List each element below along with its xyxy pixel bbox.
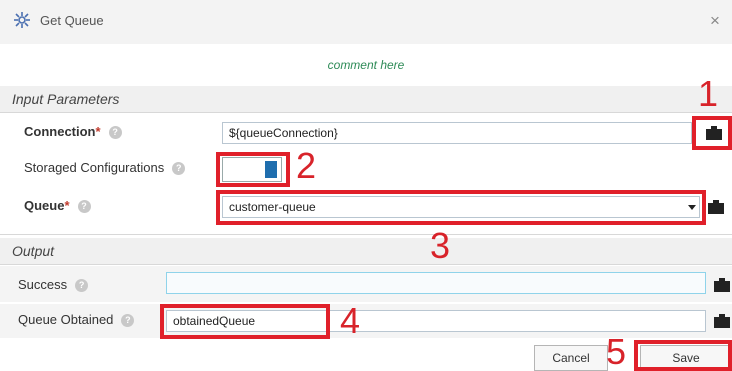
success-label-text: Success: [18, 277, 68, 292]
title-bar: Get Queue ×: [0, 0, 732, 44]
help-icon[interactable]: ?: [75, 279, 89, 293]
annotation-box-2: [216, 152, 290, 187]
section-divider: [0, 112, 732, 113]
window-title: Get Queue: [40, 13, 104, 28]
connection-field[interactable]: ${queueConnection}: [222, 122, 692, 144]
annotation-box-3: [216, 190, 706, 225]
cancel-button[interactable]: Cancel: [534, 345, 608, 371]
gear-cluster-icon: [14, 12, 30, 28]
required-mark: *: [95, 124, 101, 139]
section-divider: [0, 234, 732, 235]
success-picker-icon[interactable]: [714, 278, 730, 292]
queue-label: Queue*?: [24, 198, 91, 214]
annotation-box-4: [160, 304, 330, 339]
queue-picker-icon[interactable]: [708, 200, 724, 214]
section-output: Output: [0, 238, 732, 264]
close-icon[interactable]: ×: [710, 11, 720, 31]
required-mark: *: [64, 198, 70, 213]
help-icon[interactable]: ?: [108, 126, 122, 140]
connection-label: Connection*?: [24, 124, 122, 140]
section-divider: [0, 264, 732, 265]
success-field[interactable]: [166, 272, 706, 294]
annotation-number-4: 4: [340, 300, 361, 341]
comment-text[interactable]: comment here: [0, 58, 732, 72]
queue-obtained-picker-icon[interactable]: [714, 314, 730, 328]
storaged-configurations-label-text: Storaged Configurations: [24, 160, 165, 175]
annotation-number-2: 2: [296, 145, 317, 186]
queue-obtained-label-text: Queue Obtained: [18, 312, 114, 327]
help-icon[interactable]: ?: [172, 162, 186, 176]
connection-label-text: Connection: [24, 124, 96, 139]
annotation-number-3: 3: [430, 225, 451, 266]
success-label: Success?: [18, 277, 89, 293]
help-icon[interactable]: ?: [77, 200, 91, 214]
queue-obtained-label: Queue Obtained?: [18, 312, 135, 328]
section-input-parameters: Input Parameters: [0, 86, 732, 112]
annotation-number-1: 1: [698, 73, 719, 114]
storaged-configurations-label: Storaged Configurations?: [24, 160, 186, 176]
annotation-box-1: [692, 116, 732, 150]
annotation-box-5: [634, 340, 732, 371]
queue-label-text: Queue: [24, 198, 65, 213]
annotation-number-5: 5: [606, 331, 627, 371]
help-icon[interactable]: ?: [121, 314, 135, 328]
